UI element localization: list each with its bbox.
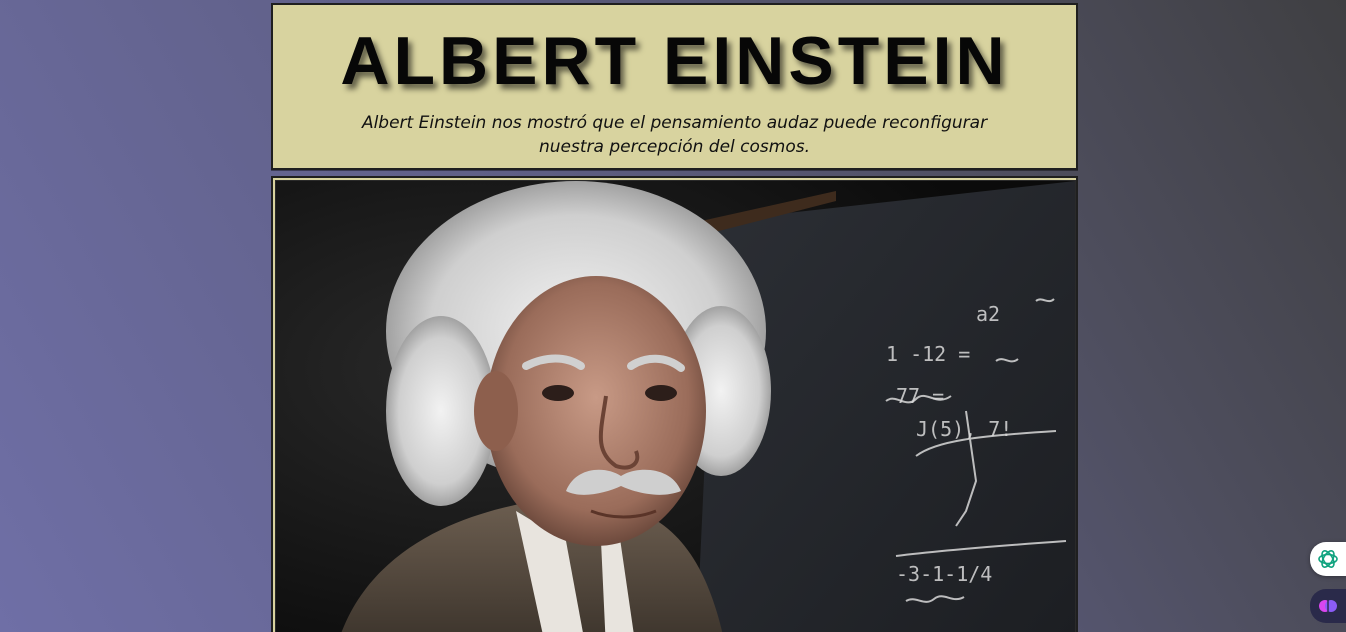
svg-text:a2: a2: [976, 302, 1000, 326]
page-container: ALBERT EINSTEIN Albert Einstein nos most…: [271, 3, 1078, 632]
brain-extension-button[interactable]: [1310, 589, 1346, 623]
svg-text:77 =: 77 =: [896, 384, 944, 408]
openai-icon: [1318, 550, 1338, 568]
page-subtitle: Albert Einstein nos mostró que el pensam…: [361, 113, 988, 157]
einstein-portrait: J(5), 7! 1 -12 = 77 = -3-1-1/4 a2: [275, 180, 1076, 632]
svg-text:1 -12 =: 1 -12 =: [886, 342, 970, 366]
chatgpt-extension-button[interactable]: [1310, 542, 1346, 576]
svg-text:-3-1-1/4: -3-1-1/4: [896, 562, 992, 586]
header-panel: ALBERT EINSTEIN Albert Einstein nos most…: [271, 3, 1078, 170]
svg-text:J(5), 7!: J(5), 7!: [916, 417, 1012, 441]
page-title: ALBERT EINSTEIN: [340, 23, 1009, 99]
photo-frame: J(5), 7! 1 -12 = 77 = -3-1-1/4 a2: [271, 176, 1078, 632]
brain-icon: [1319, 600, 1337, 612]
